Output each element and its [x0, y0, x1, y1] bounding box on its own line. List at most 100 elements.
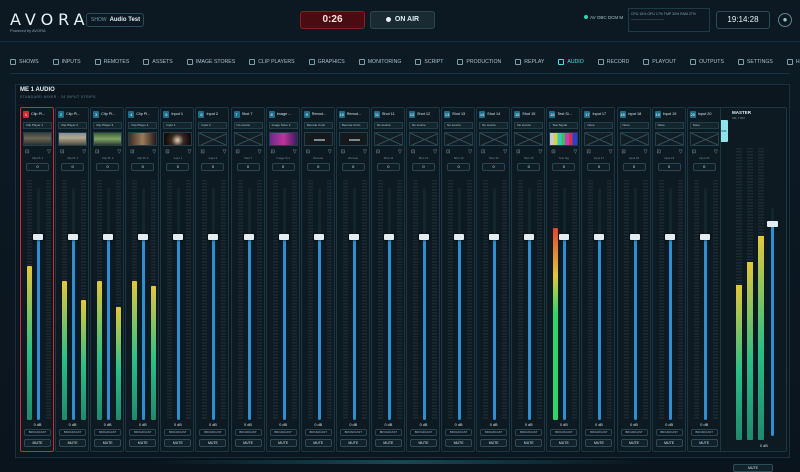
nav-item-shows[interactable]: SHOWS	[10, 59, 39, 65]
gain-input[interactable]: 0	[61, 163, 85, 171]
nav-item-audio[interactable]: AUDIO	[558, 59, 584, 65]
fader-track[interactable]	[142, 188, 146, 420]
eq-icon[interactable]: ▽	[152, 149, 156, 155]
speaker-icon[interactable]: ⊡	[341, 149, 345, 155]
fader-track[interactable]	[317, 188, 321, 420]
speaker-icon[interactable]: ⊡	[657, 149, 661, 155]
fader-knob[interactable]	[594, 233, 605, 240]
speaker-icon[interactable]: ⊡	[306, 149, 310, 155]
user-avatar-icon[interactable]: ●	[778, 13, 792, 27]
mute-button[interactable]: MUTE	[129, 439, 157, 447]
eq-icon[interactable]: ▽	[223, 149, 227, 155]
channel-strip[interactable]: 19 Input 19 None ⊡ ▽ Input 19 0 0 dB BROADCAST MU…	[651, 107, 686, 452]
channel-strip[interactable]: 13 Shot 13 No source ⊡ ▽ Shot 13 0 0 dB BROADCAS…	[441, 107, 476, 452]
gain-input[interactable]: 0	[271, 163, 295, 171]
speaker-icon[interactable]: ⊡	[236, 149, 240, 155]
mute-button[interactable]: MUTE	[304, 439, 332, 447]
nav-item-monitoring[interactable]: MONITORING	[358, 59, 401, 65]
broadcast-button[interactable]: BROADCAST	[129, 429, 157, 436]
eq-icon[interactable]: ▽	[714, 149, 718, 155]
source-select[interactable]: Test Signal	[549, 122, 579, 129]
fader-knob[interactable]	[68, 233, 79, 240]
source-select[interactable]: Input 1	[163, 122, 193, 129]
fader-knob[interactable]	[33, 233, 43, 240]
speaker-icon[interactable]: ⊡	[411, 149, 415, 155]
source-select[interactable]: Clip Player 3	[93, 122, 123, 129]
fader-track[interactable]	[422, 188, 426, 420]
fader-track[interactable]	[107, 188, 111, 420]
fader-knob[interactable]	[243, 233, 254, 240]
fader-knob[interactable]	[313, 233, 324, 240]
fader-knob[interactable]	[664, 233, 675, 240]
speaker-icon[interactable]: ⊡	[95, 149, 99, 155]
broadcast-button[interactable]: BROADCAST	[480, 429, 508, 436]
eq-icon[interactable]: ▽	[328, 149, 332, 155]
source-select[interactable]: Clip Player 1	[23, 122, 52, 129]
channel-strip[interactable]: 17 Input 17 None ⊡ ▽ Input 17 0 0 dB BROADCAST MU…	[581, 107, 616, 452]
gain-input[interactable]: 0	[166, 163, 190, 171]
speaker-icon[interactable]: ⊡	[200, 149, 204, 155]
broadcast-button[interactable]: BROADCAST	[234, 429, 262, 436]
channel-strip[interactable]: 20 Input 20 None ⊡ ▽ Input 20 0 0 dB BROADCAST MU…	[686, 107, 721, 452]
fader-track[interactable]	[247, 188, 251, 420]
nav-item-graphics[interactable]: GRAPHICS	[308, 59, 345, 65]
broadcast-button[interactable]: BROADCAST	[515, 429, 543, 436]
fader-knob[interactable]	[138, 233, 149, 240]
nav-item-remotes[interactable]: REMOTES	[94, 59, 129, 65]
fader-track[interactable]	[633, 188, 637, 420]
source-select[interactable]: None	[689, 122, 719, 129]
fader-track[interactable]	[493, 188, 497, 420]
eq-icon[interactable]: ▽	[644, 149, 648, 155]
speaker-icon[interactable]: ⊡	[586, 149, 590, 155]
source-select[interactable]: No source	[373, 122, 403, 129]
mute-button[interactable]: MUTE	[339, 439, 367, 447]
nav-item-clip-players[interactable]: CLIP PLAYERS	[249, 59, 295, 65]
fader-track[interactable]	[668, 188, 672, 420]
mute-button[interactable]: MUTE	[690, 439, 718, 447]
channel-strip[interactable]: 11 Shot 11 No source ⊡ ▽ Shot 11 0 0 dB BROADCAS…	[370, 107, 405, 452]
gain-input[interactable]: 0	[657, 163, 681, 171]
gain-input[interactable]: 0	[131, 163, 155, 171]
fader-knob[interactable]	[208, 233, 219, 240]
fader-track[interactable]	[72, 188, 76, 420]
channel-strip[interactable]: 7 Shot 7 No source ⊡ ▽ Shot 700 dB BROADCAST MU…	[230, 107, 265, 452]
speaker-icon[interactable]: ⊡	[481, 149, 485, 155]
mute-button[interactable]: MUTE	[94, 439, 122, 447]
channel-strip[interactable]: 16 Test Si... Test Signal ⊡ ▽ Test Sig 0 0 dB BR…	[546, 107, 581, 452]
fader-knob[interactable]	[454, 233, 465, 240]
channel-strip[interactable]: 1 Clip Pl... Clip Player 1 ⊡ ▽ Clip PL 100 dB…	[20, 107, 54, 452]
source-select[interactable]: No source	[233, 122, 263, 129]
mute-button[interactable]: MUTE	[620, 439, 648, 447]
gain-input[interactable]: 0	[201, 163, 225, 171]
channel-strip[interactable]: 15 Shot 15 No source ⊡ ▽ Shot 15 0 0 dB BROADCAS…	[511, 107, 546, 452]
mute-button[interactable]: MUTE	[550, 439, 578, 447]
fader-knob[interactable]	[383, 233, 394, 240]
gain-input[interactable]: 0	[482, 163, 506, 171]
fader-track[interactable]	[282, 188, 286, 420]
broadcast-button[interactable]: BROADCAST	[585, 429, 613, 436]
fader-knob[interactable]	[524, 233, 535, 240]
gain-input[interactable]: 0	[376, 163, 400, 171]
fader-knob[interactable]	[629, 233, 640, 240]
mute-button[interactable]: MUTE	[480, 439, 508, 447]
eq-icon[interactable]: ▽	[538, 149, 542, 155]
source-select[interactable]: Clip Player 2	[58, 122, 88, 129]
source-select[interactable]: No source	[444, 122, 474, 129]
fader-track[interactable]	[212, 188, 216, 420]
nav-item-production[interactable]: PRODUCTION	[457, 59, 501, 65]
master-fader-knob[interactable]	[767, 220, 778, 227]
source-select[interactable]: None	[584, 122, 614, 129]
gain-input[interactable]: 0	[517, 163, 541, 171]
speaker-icon[interactable]: ⊡	[692, 149, 696, 155]
speaker-icon[interactable]: ⊡	[446, 149, 450, 155]
eq-icon[interactable]: ▽	[117, 149, 121, 155]
nav-item-playout[interactable]: PLAYOUT	[643, 59, 676, 65]
gain-input[interactable]: 0	[552, 163, 576, 171]
broadcast-button[interactable]: BROADCAST	[620, 429, 648, 436]
fader-knob[interactable]	[699, 233, 710, 240]
channel-strip[interactable]: 8 Image ... Image Store 2 ⊡ ▽ Image St 200 dB…	[265, 107, 300, 452]
eq-icon[interactable]: ▽	[468, 149, 472, 155]
on-air-button[interactable]: ON AIR	[370, 11, 435, 29]
source-select[interactable]: No source	[514, 122, 544, 129]
source-select[interactable]: Image Store 2	[268, 122, 298, 129]
